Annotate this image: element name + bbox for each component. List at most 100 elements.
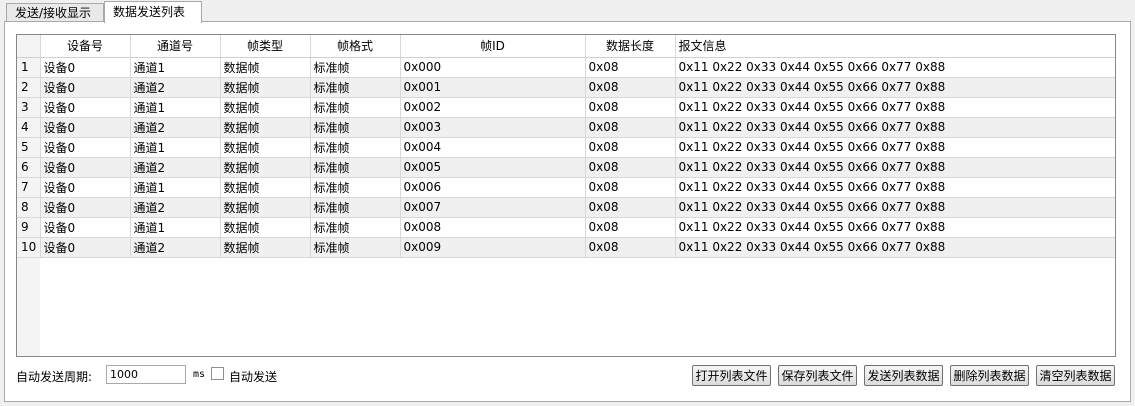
cell-frame-format: 标准帧 xyxy=(310,157,401,178)
cell-frame-id: 0x002 xyxy=(400,97,586,118)
cell-data-length: 0x08 xyxy=(585,157,676,178)
cell-frame-format: 标准帧 xyxy=(310,217,401,238)
cell-frame-type: 数据帧 xyxy=(220,97,311,118)
tab-send-list[interactable]: 数据发送列表 xyxy=(104,1,202,23)
cell-channel: 通道2 xyxy=(130,237,221,258)
table-corner[interactable] xyxy=(17,35,41,58)
ms-unit-label: ms xyxy=(193,369,206,380)
cell-frame-format: 标准帧 xyxy=(310,197,401,218)
cell-frame-format: 标准帧 xyxy=(310,117,401,138)
row-number[interactable]: 6 xyxy=(17,157,41,178)
table-row[interactable]: 2 设备0 通道2 数据帧 标准帧 0x001 0x08 0x11 0x22 0x33 0x4… xyxy=(17,77,1115,98)
cell-message-data: 0x11 0x22 0x33 0x44 0x55 0x66 0x77 0x88 xyxy=(675,97,1115,118)
cell-device: 设备0 xyxy=(40,197,131,218)
cell-frame-format: 标准帧 xyxy=(310,237,401,258)
table-row[interactable]: 5 设备0 通道1 数据帧 标准帧 0x004 0x08 0x11 0x22 0x33 0x4… xyxy=(17,137,1115,158)
cell-data-length: 0x08 xyxy=(585,237,676,258)
column-header-frame-type[interactable]: 帧类型 xyxy=(220,35,311,58)
open-list-file-button[interactable]: 打开列表文件 xyxy=(692,365,771,386)
cell-message-data: 0x11 0x22 0x33 0x44 0x55 0x66 0x77 0x88 xyxy=(675,137,1115,158)
send-list-table[interactable]: 设备号 通道号 帧类型 帧格式 帧ID 数据长度 报文信息 1 设备0 通道1 数据帧… xyxy=(16,34,1116,357)
row-number[interactable]: 2 xyxy=(17,77,41,98)
cell-channel: 通道2 xyxy=(130,117,221,138)
cell-device: 设备0 xyxy=(40,157,131,178)
table-row[interactable]: 4 设备0 通道2 数据帧 标准帧 0x003 0x08 0x11 0x22 0x33 0x4… xyxy=(17,117,1115,138)
table-row[interactable]: 1 设备0 通道1 数据帧 标准帧 0x000 0x08 0x11 0x22 0x33 0x4… xyxy=(17,57,1115,78)
cell-frame-type: 数据帧 xyxy=(220,77,311,98)
cell-frame-type: 数据帧 xyxy=(220,197,311,218)
cell-device: 设备0 xyxy=(40,217,131,238)
cell-channel: 通道1 xyxy=(130,57,221,78)
cell-channel: 通道2 xyxy=(130,157,221,178)
column-header-frame-id[interactable]: 帧ID xyxy=(400,35,586,58)
cell-frame-id: 0x000 xyxy=(400,57,586,78)
cell-channel: 通道1 xyxy=(130,97,221,118)
row-number[interactable]: 1 xyxy=(17,57,41,78)
cell-data-length: 0x08 xyxy=(585,117,676,138)
cell-message-data: 0x11 0x22 0x33 0x44 0x55 0x66 0x77 0x88 xyxy=(675,237,1115,258)
cell-frame-type: 数据帧 xyxy=(220,157,311,178)
row-number[interactable]: 5 xyxy=(17,137,41,158)
cell-frame-id: 0x008 xyxy=(400,217,586,238)
cell-data-length: 0x08 xyxy=(585,217,676,238)
table-row[interactable]: 10 设备0 通道2 数据帧 标准帧 0x009 0x08 0x11 0x22 0x33 0x… xyxy=(17,237,1115,258)
cell-message-data: 0x11 0x22 0x33 0x44 0x55 0x66 0x77 0x88 xyxy=(675,197,1115,218)
column-header-channel[interactable]: 通道号 xyxy=(130,35,221,58)
cell-data-length: 0x08 xyxy=(585,77,676,98)
row-number[interactable]: 4 xyxy=(17,117,41,138)
cell-data-length: 0x08 xyxy=(585,137,676,158)
save-list-file-button[interactable]: 保存列表文件 xyxy=(778,365,857,386)
table-row[interactable]: 7 设备0 通道1 数据帧 标准帧 0x006 0x08 0x11 0x22 0x33 0x4… xyxy=(17,177,1115,198)
cell-channel: 通道2 xyxy=(130,197,221,218)
auto-send-checkbox[interactable] xyxy=(211,367,224,380)
table-header-row: 设备号 通道号 帧类型 帧格式 帧ID 数据长度 报文信息 xyxy=(17,35,1115,58)
row-number[interactable]: 3 xyxy=(17,97,41,118)
cell-message-data: 0x11 0x22 0x33 0x44 0x55 0x66 0x77 0x88 xyxy=(675,157,1115,178)
cell-frame-format: 标准帧 xyxy=(310,177,401,198)
cell-device: 设备0 xyxy=(40,177,131,198)
cell-device: 设备0 xyxy=(40,117,131,138)
cell-device: 设备0 xyxy=(40,57,131,78)
column-header-device[interactable]: 设备号 xyxy=(40,35,131,58)
cell-frame-id: 0x001 xyxy=(400,77,586,98)
table-row[interactable]: 9 设备0 通道1 数据帧 标准帧 0x008 0x08 0x11 0x22 0x33 0x4… xyxy=(17,217,1115,238)
row-number[interactable]: 10 xyxy=(17,237,41,258)
tab-bar: 发送/接收显示 数据发送列表 xyxy=(0,0,1135,23)
cell-frame-id: 0x006 xyxy=(400,177,586,198)
cell-frame-format: 标准帧 xyxy=(310,137,401,158)
cell-channel: 通道1 xyxy=(130,217,221,238)
cell-message-data: 0x11 0x22 0x33 0x44 0x55 0x66 0x77 0x88 xyxy=(675,217,1115,238)
cell-frame-id: 0x007 xyxy=(400,197,586,218)
cell-data-length: 0x08 xyxy=(585,57,676,78)
row-number[interactable]: 9 xyxy=(17,217,41,238)
cell-device: 设备0 xyxy=(40,237,131,258)
cell-message-data: 0x11 0x22 0x33 0x44 0x55 0x66 0x77 0x88 xyxy=(675,117,1115,138)
cell-channel: 通道1 xyxy=(130,137,221,158)
column-header-message-data[interactable]: 报文信息 xyxy=(675,35,1115,58)
cell-message-data: 0x11 0x22 0x33 0x44 0x55 0x66 0x77 0x88 xyxy=(675,77,1115,98)
cell-data-length: 0x08 xyxy=(585,97,676,118)
cell-frame-id: 0x009 xyxy=(400,237,586,258)
tab-send-receive-display[interactable]: 发送/接收显示 xyxy=(6,3,104,22)
row-number[interactable]: 8 xyxy=(17,197,41,218)
cell-frame-type: 数据帧 xyxy=(220,177,311,198)
table-row[interactable]: 8 设备0 通道2 数据帧 标准帧 0x007 0x08 0x11 0x22 0x33 0x4… xyxy=(17,197,1115,218)
cell-frame-type: 数据帧 xyxy=(220,137,311,158)
delete-list-data-button[interactable]: 删除列表数据 xyxy=(950,365,1029,386)
table-row[interactable]: 3 设备0 通道1 数据帧 标准帧 0x002 0x08 0x11 0x22 0x33 0x4… xyxy=(17,97,1115,118)
column-header-frame-format[interactable]: 帧格式 xyxy=(310,35,401,58)
bottom-controls: 自动发送周期: ms 自动发送 打开列表文件 保存列表文件 发送列表数据 删除列… xyxy=(0,362,1135,390)
cell-frame-id: 0x005 xyxy=(400,157,586,178)
row-number[interactable]: 7 xyxy=(17,177,41,198)
send-list-data-button[interactable]: 发送列表数据 xyxy=(864,365,943,386)
cell-frame-format: 标准帧 xyxy=(310,57,401,78)
cell-channel: 通道1 xyxy=(130,177,221,198)
table-row[interactable]: 6 设备0 通道2 数据帧 标准帧 0x005 0x08 0x11 0x22 0x33 0x4… xyxy=(17,157,1115,178)
clear-list-data-button[interactable]: 清空列表数据 xyxy=(1036,365,1115,386)
auto-send-label[interactable]: 自动发送 xyxy=(229,368,277,385)
auto-send-period-input[interactable] xyxy=(106,365,186,384)
cell-frame-id: 0x004 xyxy=(400,137,586,158)
cell-message-data: 0x11 0x22 0x33 0x44 0x55 0x66 0x77 0x88 xyxy=(675,57,1115,78)
cell-data-length: 0x08 xyxy=(585,197,676,218)
column-header-data-length[interactable]: 数据长度 xyxy=(585,35,676,58)
